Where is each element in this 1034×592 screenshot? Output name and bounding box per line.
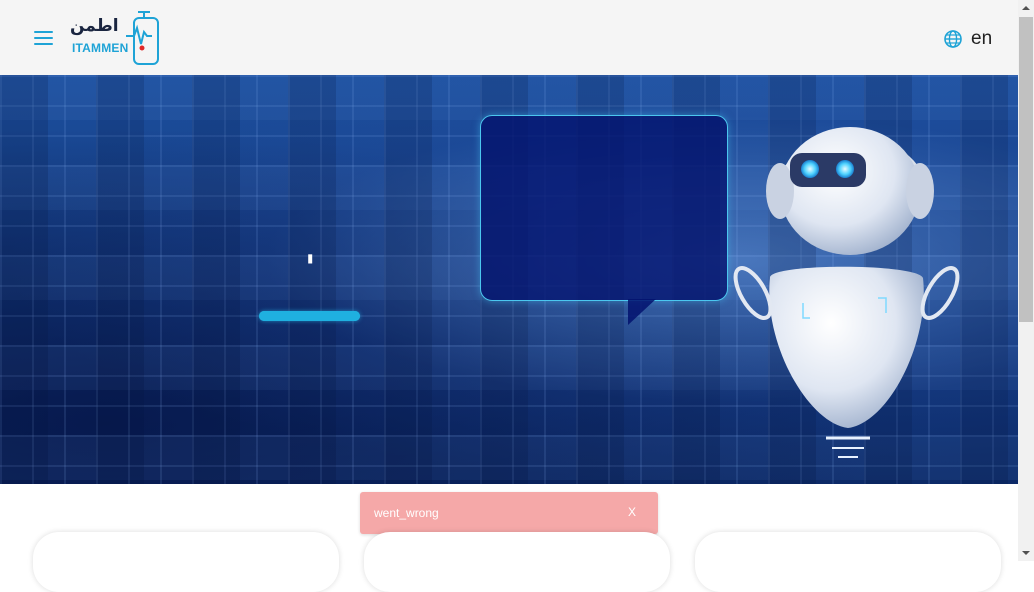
hamburger-icon-line: [34, 31, 53, 33]
loading-glyph: ': [305, 248, 316, 288]
chat-speech-bubble: [480, 115, 728, 301]
vertical-scrollbar[interactable]: [1018, 0, 1034, 561]
hamburger-icon-line: [34, 37, 53, 39]
loading-progress-fill: [259, 311, 360, 321]
language-switcher[interactable]: en: [944, 28, 992, 50]
service-card[interactable]: [33, 532, 339, 592]
error-toast: went_wrong X: [360, 492, 658, 534]
robot-assistant-illustration: [733, 127, 960, 458]
top-header: اطمن ITAMMEN en: [0, 0, 1018, 76]
service-card[interactable]: [364, 532, 670, 592]
stethoscope-phone-icon: [126, 11, 159, 65]
service-card[interactable]: [695, 532, 1001, 592]
hamburger-icon-line: [34, 43, 53, 45]
toast-close-button[interactable]: X: [628, 505, 636, 519]
scrollbar-thumb[interactable]: [1019, 17, 1033, 322]
logo-english-text: ITAMMEN: [72, 41, 129, 55]
globe-icon: [944, 30, 962, 48]
menu-button[interactable]: [34, 31, 53, 46]
brand-logo[interactable]: اطمن ITAMMEN: [70, 10, 162, 66]
loading-progress-bar: [259, 311, 360, 321]
toast-message: went_wrong: [374, 506, 439, 520]
speech-bubble-tail: [628, 299, 656, 325]
logo-arabic-text: اطمن: [70, 16, 119, 36]
language-label: en: [971, 28, 993, 49]
scroll-up-arrow-icon[interactable]: [1018, 0, 1034, 16]
scroll-down-arrow-icon[interactable]: [1018, 545, 1034, 561]
hero-banner: ': [0, 75, 1018, 484]
